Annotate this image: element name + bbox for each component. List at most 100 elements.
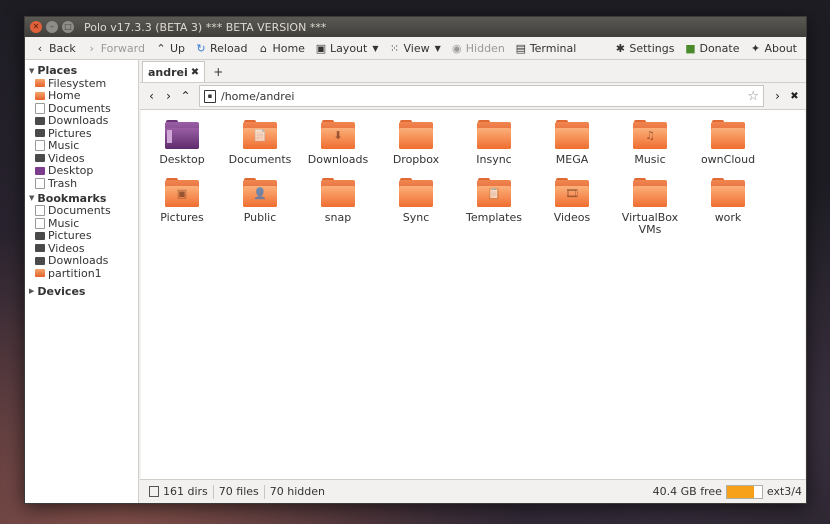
folder-item-desktop[interactable]: Desktop (147, 120, 217, 166)
title-bar[interactable]: ✕ – □ Polo v17.3.3 (BETA 3) *** BETA VER… (25, 17, 806, 37)
triangle-right-icon: ▶ (29, 287, 35, 295)
folder-icon (711, 178, 745, 207)
folder-icon (555, 120, 589, 149)
folder-emblem-icon: 👤 (253, 187, 267, 200)
folder-label: Videos (553, 211, 591, 224)
places-item-videos[interactable]: Videos (25, 152, 138, 165)
places-item-documents[interactable]: Documents (25, 102, 138, 115)
drive-icon: ▪ (204, 89, 216, 103)
folder-item-virtualbox-vms[interactable]: VirtualBox VMs (615, 178, 685, 236)
chevron-right-icon[interactable]: › (770, 89, 785, 103)
bookmarks-item-downloads[interactable]: Downloads (25, 254, 138, 267)
folder-icon (35, 231, 45, 240)
bookmark-star-icon[interactable]: ☆ (747, 89, 759, 104)
tab-bar: andrei ✖ + (140, 60, 806, 83)
folder-item-owncloud[interactable]: ownCloud (693, 120, 763, 166)
settings-button[interactable]: ✱ Settings (609, 38, 679, 58)
side-panel-icon[interactable] (149, 486, 159, 497)
places-item-downloads[interactable]: Downloads (25, 114, 138, 127)
folder-item-videos[interactable]: 🎞 Videos (537, 178, 607, 224)
new-tab-button[interactable]: + (205, 62, 231, 82)
chevron-right-icon[interactable]: › (161, 89, 176, 103)
hidden-toggle-button[interactable]: ◉ Hidden (446, 38, 510, 58)
bookmarks-section-header[interactable]: ▼ Bookmarks (25, 190, 138, 205)
folder-label: Music (634, 153, 666, 166)
folder-item-snap[interactable]: snap (303, 178, 373, 224)
bookmarks-item-partition1[interactable]: partition1 (25, 267, 138, 280)
folder-item-downloads[interactable]: ⬇ Downloads (303, 120, 373, 166)
folder-icon (35, 91, 45, 100)
folder-icon (35, 205, 45, 217)
file-grid[interactable]: Desktop 📄 Documents ⬇ Downloads Dropbox Insync… (141, 110, 805, 479)
tab-andrei[interactable]: andrei ✖ (142, 61, 206, 82)
folder-item-mega[interactable]: MEGA (537, 120, 607, 166)
folder-icon (35, 79, 45, 88)
folder-item-documents[interactable]: 📄 Documents (225, 120, 295, 166)
bookmarks-item-videos[interactable]: Videos (25, 242, 138, 255)
bookmarks-item-pictures[interactable]: Pictures (25, 229, 138, 242)
folder-item-dropbox[interactable]: Dropbox (381, 120, 451, 166)
places-item-pictures[interactable]: Pictures (25, 127, 138, 140)
chevron-up-icon[interactable]: ⌃ (178, 89, 193, 103)
home-button[interactable]: ⌂ Home (252, 38, 309, 58)
close-icon[interactable]: ✖ (787, 91, 802, 102)
file-manager-window: ✕ – □ Polo v17.3.3 (BETA 3) *** BETA VER… (24, 16, 807, 504)
chevron-left-icon[interactable]: ‹ (144, 89, 159, 103)
view-button[interactable]: ⁙ View ▼ (384, 38, 446, 58)
folder-icon (35, 102, 45, 114)
close-window-button[interactable]: ✕ (30, 21, 42, 33)
gear-icon: ✱ (615, 41, 625, 55)
folder-icon (633, 178, 667, 207)
filesystem-type: ext3/4 (766, 485, 802, 498)
bookmarks-item-documents[interactable]: Documents (25, 204, 138, 217)
folder-item-public[interactable]: 👤 Public (225, 178, 295, 224)
folder-label: Documents (228, 153, 292, 166)
places-section-header[interactable]: ▼ Places (25, 62, 138, 77)
back-button[interactable]: ‹ Back (29, 38, 81, 58)
folder-label: work (714, 211, 742, 224)
folder-icon (35, 166, 45, 175)
folder-label: Desktop (159, 153, 205, 166)
folder-item-work[interactable]: work (693, 178, 763, 224)
folder-emblem-icon: ⬇ (333, 129, 343, 142)
folder-label: Insync (476, 153, 512, 166)
disk-usage-fill (726, 485, 755, 498)
terminal-button[interactable]: ▤ Terminal (510, 38, 582, 58)
folder-icon (35, 129, 45, 138)
folder-item-templates[interactable]: 📋 Templates (459, 178, 529, 224)
path-text: /home/andrei (221, 89, 295, 103)
hidden-count: 70 hidden (269, 485, 326, 498)
folder-icon (35, 140, 45, 152)
bookmarks-list: Documents Music Pictures Videos Downloads par… (25, 204, 138, 280)
folder-item-music[interactable]: ♫ Music (615, 120, 685, 166)
path-bar: ‹ › ⌃ ▪ /home/andrei ☆ › ✖ (140, 83, 806, 110)
folder-icon (35, 256, 45, 265)
close-tab-icon[interactable]: ✖ (191, 67, 199, 78)
minimize-window-button[interactable]: – (46, 21, 58, 33)
donate-button[interactable]: ■ Donate (679, 38, 744, 58)
places-item-trash[interactable]: Trash (25, 177, 138, 190)
forward-button[interactable]: › Forward (81, 38, 150, 58)
folder-icon: 📄 (243, 120, 277, 149)
folder-icon (321, 178, 355, 207)
layout-button[interactable]: ▣ Layout ▼ (310, 38, 384, 58)
folder-icon (399, 178, 433, 207)
folder-item-sync[interactable]: Sync (381, 178, 451, 224)
places-item-desktop[interactable]: Desktop (25, 164, 138, 177)
up-button[interactable]: ⌃ Up (150, 38, 190, 58)
maximize-window-button[interactable]: □ (62, 21, 74, 33)
places-item-music[interactable]: Music (25, 139, 138, 152)
main-toolbar: ‹ Back › Forward ⌃ Up ↻ Reload ⌂ Home ▣ Layout… (25, 37, 806, 60)
files-count: 70 files (214, 484, 265, 499)
folder-item-pictures[interactable]: ▣ Pictures (147, 178, 217, 224)
places-item-filesystem[interactable]: Filesystem (25, 77, 138, 90)
places-item-home[interactable]: Home (25, 89, 138, 102)
folder-label: Dropbox (392, 153, 440, 166)
devices-section-header[interactable]: ▶ Devices (25, 283, 138, 298)
folder-item-insync[interactable]: Insync (459, 120, 529, 166)
path-input[interactable]: ▪ /home/andrei ☆ (199, 85, 764, 107)
about-button[interactable]: ✦ About (744, 38, 802, 58)
bookmarks-item-music[interactable]: Music (25, 217, 138, 230)
star-icon: ✦ (750, 41, 761, 55)
reload-button[interactable]: ↻ Reload (190, 38, 252, 58)
